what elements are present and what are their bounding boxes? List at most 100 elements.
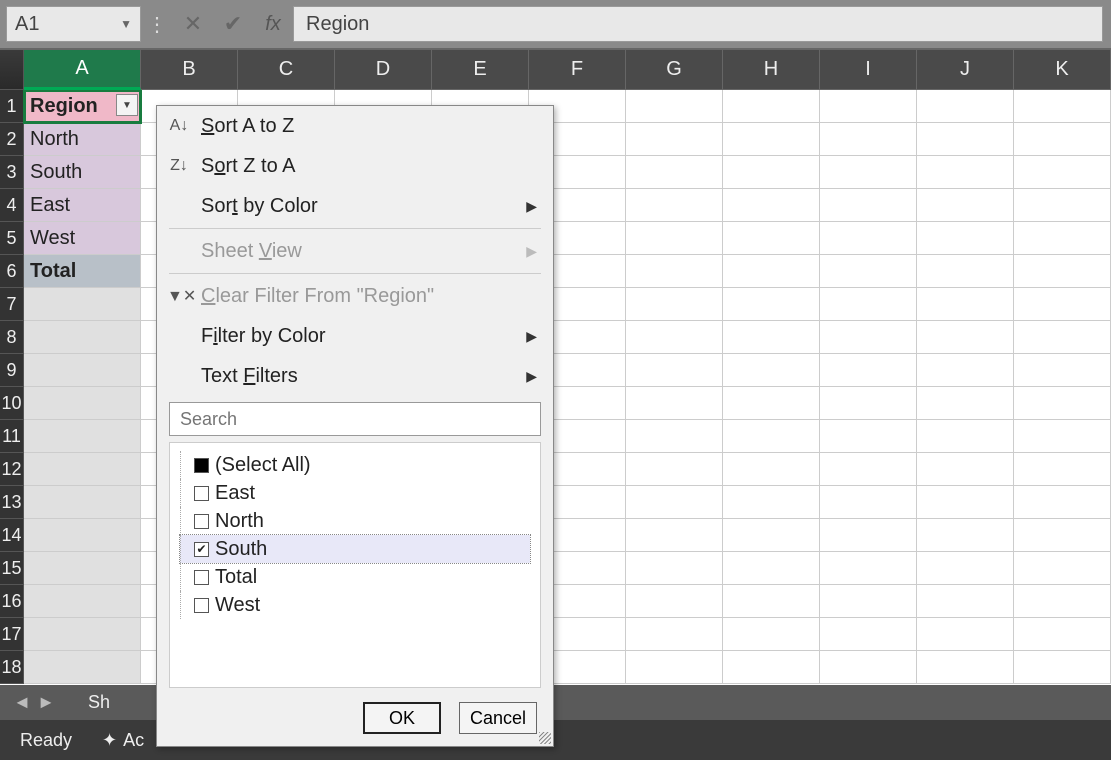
- cell[interactable]: [723, 354, 820, 387]
- cell[interactable]: [626, 387, 723, 420]
- cell[interactable]: [1014, 156, 1111, 189]
- cell[interactable]: [820, 519, 917, 552]
- cell[interactable]: [626, 255, 723, 288]
- cell[interactable]: [820, 288, 917, 321]
- sheet-nav-next-icon[interactable]: ►: [34, 692, 58, 713]
- cell[interactable]: [1014, 420, 1111, 453]
- cell[interactable]: [723, 123, 820, 156]
- cell-A15[interactable]: [24, 552, 141, 585]
- cell[interactable]: [820, 123, 917, 156]
- accept-formula-icon[interactable]: ✔: [213, 11, 253, 37]
- cell[interactable]: [723, 420, 820, 453]
- sort-z-to-a[interactable]: Z↓ Sort Z to A: [157, 146, 553, 186]
- ok-button[interactable]: OK: [363, 702, 441, 734]
- cell[interactable]: [820, 651, 917, 684]
- cell[interactable]: [723, 255, 820, 288]
- cell-A1[interactable]: Region ▼: [24, 90, 141, 123]
- cell-A4[interactable]: East: [24, 189, 141, 222]
- name-box-dropdown-icon[interactable]: ▼: [120, 17, 132, 31]
- filter-item-total[interactable]: Total: [180, 563, 530, 591]
- cell-K1[interactable]: [1014, 90, 1111, 123]
- cell[interactable]: [1014, 354, 1111, 387]
- cell[interactable]: [723, 156, 820, 189]
- cell-A9[interactable]: [24, 354, 141, 387]
- cell[interactable]: [723, 222, 820, 255]
- row-header-4[interactable]: 4: [0, 189, 24, 222]
- sort-by-color[interactable]: Sort by Color ▶: [157, 186, 553, 226]
- row-header-13[interactable]: 13: [0, 486, 24, 519]
- cell[interactable]: [626, 486, 723, 519]
- column-header-F[interactable]: F: [529, 50, 626, 90]
- cell[interactable]: [626, 288, 723, 321]
- cell[interactable]: [917, 486, 1014, 519]
- cell-A12[interactable]: [24, 453, 141, 486]
- cell[interactable]: [626, 618, 723, 651]
- row-header-17[interactable]: 17: [0, 618, 24, 651]
- column-header-C[interactable]: C: [238, 50, 335, 90]
- cell[interactable]: [626, 222, 723, 255]
- row-header-9[interactable]: 9: [0, 354, 24, 387]
- row-header-18[interactable]: 18: [0, 651, 24, 684]
- cell[interactable]: [820, 156, 917, 189]
- cell[interactable]: [723, 618, 820, 651]
- cell-I1[interactable]: [820, 90, 917, 123]
- cell[interactable]: [1014, 387, 1111, 420]
- row-header-11[interactable]: 11: [0, 420, 24, 453]
- cell[interactable]: [820, 189, 917, 222]
- cell[interactable]: [917, 222, 1014, 255]
- column-header-J[interactable]: J: [917, 50, 1014, 90]
- column-header-G[interactable]: G: [626, 50, 723, 90]
- filter-item-south[interactable]: ✔ South: [180, 535, 530, 563]
- sheet-nav-prev-icon[interactable]: ◄: [10, 692, 34, 713]
- column-header-A[interactable]: A: [24, 50, 141, 90]
- cell-A16[interactable]: [24, 585, 141, 618]
- cell[interactable]: [1014, 585, 1111, 618]
- cell-A10[interactable]: [24, 387, 141, 420]
- cell[interactable]: [820, 420, 917, 453]
- row-header-3[interactable]: 3: [0, 156, 24, 189]
- filter-dropdown-button[interactable]: ▼: [116, 94, 138, 116]
- cell[interactable]: [723, 288, 820, 321]
- row-header-1[interactable]: 1: [0, 90, 24, 123]
- cell[interactable]: [917, 123, 1014, 156]
- cell[interactable]: [723, 585, 820, 618]
- cell[interactable]: [820, 618, 917, 651]
- filter-search-input[interactable]: [169, 402, 541, 436]
- checkbox-mixed-icon[interactable]: [194, 458, 209, 473]
- cell[interactable]: [723, 651, 820, 684]
- row-header-10[interactable]: 10: [0, 387, 24, 420]
- cell[interactable]: [723, 453, 820, 486]
- cell-A17[interactable]: [24, 618, 141, 651]
- cell[interactable]: [723, 519, 820, 552]
- row-header-16[interactable]: 16: [0, 585, 24, 618]
- filter-item-north[interactable]: North: [180, 507, 530, 535]
- filter-item-east[interactable]: East: [180, 479, 530, 507]
- cell[interactable]: [1014, 123, 1111, 156]
- cell[interactable]: [1014, 618, 1111, 651]
- cell[interactable]: [820, 255, 917, 288]
- cell[interactable]: [917, 354, 1014, 387]
- text-filters[interactable]: Text Filters ▶: [157, 356, 553, 396]
- cell[interactable]: [917, 519, 1014, 552]
- cell[interactable]: [626, 519, 723, 552]
- column-header-H[interactable]: H: [723, 50, 820, 90]
- row-header-8[interactable]: 8: [0, 321, 24, 354]
- cell[interactable]: [820, 321, 917, 354]
- resize-grip-icon[interactable]: [539, 732, 551, 744]
- cell[interactable]: [917, 321, 1014, 354]
- cell[interactable]: [917, 453, 1014, 486]
- row-header-5[interactable]: 5: [0, 222, 24, 255]
- cell[interactable]: [626, 453, 723, 486]
- column-header-E[interactable]: E: [432, 50, 529, 90]
- column-header-I[interactable]: I: [820, 50, 917, 90]
- cell-A14[interactable]: [24, 519, 141, 552]
- cell[interactable]: [626, 552, 723, 585]
- cell-A8[interactable]: [24, 321, 141, 354]
- cell[interactable]: [917, 651, 1014, 684]
- cell[interactable]: [917, 288, 1014, 321]
- cell[interactable]: [723, 552, 820, 585]
- cell[interactable]: [820, 486, 917, 519]
- cell-G1[interactable]: [626, 90, 723, 123]
- cell-A3[interactable]: South: [24, 156, 141, 189]
- select-all-corner[interactable]: [0, 50, 24, 90]
